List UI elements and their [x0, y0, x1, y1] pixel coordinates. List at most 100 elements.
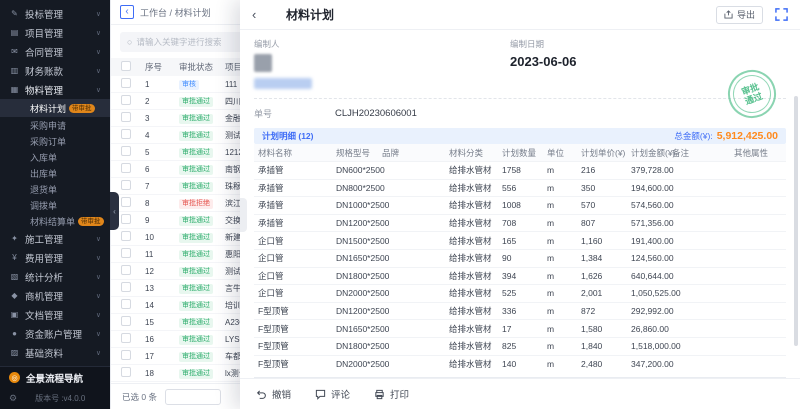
- remark-section: 备注 暂无备注: [254, 377, 786, 378]
- drawer-back-icon[interactable]: ‹: [252, 7, 266, 22]
- cell-category: 给排水管材: [449, 235, 502, 247]
- row-checkbox[interactable]: [121, 163, 131, 173]
- table-row[interactable]: 承插管 DN600*2500 给排水管材 1758 m 216 379,728.…: [254, 161, 786, 179]
- row-checkbox[interactable]: [121, 180, 131, 190]
- cell-qty: 708: [502, 218, 547, 228]
- chevron-down-icon: ∨: [96, 29, 101, 37]
- sidebar-section-item[interactable]: ▨ 基础资料 ∨: [0, 343, 110, 362]
- sidebar-submenu-item[interactable]: 采购申请: [0, 117, 110, 133]
- row-checkbox[interactable]: [121, 95, 131, 105]
- table-row[interactable]: 企口管 DN1650*2500 给排水管材 90 m 1,384 124,560…: [254, 249, 786, 267]
- sidebar-submenu-item[interactable]: 材料计划 带审批: [0, 99, 110, 117]
- table-row[interactable]: F型顶管 DN1650*2500 给排水管材 17 m 1,580 26,860…: [254, 319, 786, 337]
- sidebar-section-item[interactable]: ✎ 投标管理 ∨: [0, 4, 110, 23]
- sidebar-submenu-item[interactable]: 采购订单: [0, 133, 110, 149]
- cell-amount: 194,600.00: [631, 183, 672, 193]
- plan-detail-tab[interactable]: 计划明细 (12): [262, 130, 313, 142]
- breadcrumb-root[interactable]: 工作台: [140, 8, 167, 18]
- undo-button[interactable]: 撤销: [256, 387, 291, 401]
- cell-qty: 90: [502, 253, 547, 263]
- panorama-flow-nav[interactable]: ◎ 全景流程导航: [0, 366, 110, 388]
- back-button[interactable]: ‹: [120, 5, 134, 19]
- cell-category: 给排水管材: [449, 217, 502, 229]
- table-row[interactable]: 承插管 DN1000*2500 给排水管材 1008 m 570 574,560…: [254, 196, 786, 214]
- sidebar-section-item[interactable]: ▧ 统计分析 ∨: [0, 267, 110, 286]
- cell-unit: m: [547, 165, 581, 175]
- section-icon: ▨: [9, 348, 20, 357]
- row-no: 4: [145, 131, 179, 140]
- table-row[interactable]: F型顶管 DN2000*2500 给排水管材 140 m 2,480 347,2…: [254, 355, 786, 373]
- row-checkbox[interactable]: [121, 78, 131, 88]
- row-checkbox[interactable]: [121, 350, 131, 360]
- sidebar-section-item[interactable]: ¥ 费用管理 ∨: [0, 248, 110, 267]
- sidebar-section-item[interactable]: ✉ 合同管理 ∨: [0, 42, 110, 61]
- row-checkbox[interactable]: [121, 248, 131, 258]
- chevron-down-icon: ∨: [96, 67, 101, 75]
- section-icon: ✎: [9, 9, 20, 18]
- row-checkbox[interactable]: [121, 299, 131, 309]
- sidebar-submenu-item[interactable]: 出库单: [0, 165, 110, 181]
- table-row[interactable]: 企口管 DN1800*2500 给排水管材 394 m 1,626 640,64…: [254, 267, 786, 285]
- sidebar-submenu-label: 材料计划: [30, 102, 66, 115]
- sidebar-section-label: 施工管理: [25, 232, 63, 246]
- cell-unit: m: [547, 324, 581, 334]
- row-checkbox[interactable]: [121, 214, 131, 224]
- sidebar-section-item[interactable]: ▣ 文档管理 ∨: [0, 305, 110, 324]
- sidebar-collapse-handle[interactable]: ‹: [110, 192, 119, 230]
- cell-amount: 574,560.00: [631, 200, 672, 210]
- cell-category: 给排水管材: [449, 340, 502, 352]
- row-no: 13: [145, 284, 179, 293]
- row-checkbox[interactable]: [121, 282, 131, 292]
- table-row[interactable]: 承插管 DN800*2500 给排水管材 556 m 350 194,600.0…: [254, 179, 786, 197]
- cell-category: 给排水管材: [449, 164, 502, 176]
- cell-price: 350: [581, 183, 631, 193]
- table-row[interactable]: 企口管 DN1500*2500 给排水管材 165 m 1,160 191,40…: [254, 231, 786, 249]
- sidebar-submenu-label: 采购申请: [30, 119, 66, 132]
- row-checkbox[interactable]: [121, 265, 131, 275]
- select-all-checkbox[interactable]: [121, 61, 131, 71]
- row-no: 10: [145, 233, 179, 242]
- row-checkbox[interactable]: [121, 316, 131, 326]
- sidebar-section-item[interactable]: ✦ 施工管理 ∨: [0, 229, 110, 248]
- sidebar-section-item[interactable]: ◆ 商机管理 ∨: [0, 286, 110, 305]
- table-row[interactable]: 企口管 DN2000*2500 给排水管材 525 m 2,001 1,050,…: [254, 284, 786, 302]
- sidebar-submenu-item[interactable]: 退货单: [0, 181, 110, 197]
- sidebar-section-item[interactable]: ● 资金账户管理 ∨: [0, 324, 110, 343]
- drawer-scrollbar[interactable]: [794, 96, 798, 346]
- drawer-header: ‹ 材料计划 导出: [240, 0, 800, 30]
- sidebar-section-label: 费用管理: [25, 251, 63, 265]
- row-checkbox[interactable]: [121, 112, 131, 122]
- breadcrumb-current: 材料计划: [175, 8, 211, 18]
- gear-icon[interactable]: ⚙: [9, 393, 17, 404]
- row-checkbox[interactable]: [121, 231, 131, 241]
- row-checkbox[interactable]: [121, 146, 131, 156]
- row-checkbox[interactable]: [121, 197, 131, 207]
- sidebar-submenu-item[interactable]: 入库单: [0, 149, 110, 165]
- table-row[interactable]: 承插管 DN1200*2500 给排水管材 708 m 807 571,356.…: [254, 214, 786, 232]
- creator-name-redacted: [254, 78, 312, 89]
- row-checkbox[interactable]: [121, 129, 131, 139]
- row-checkbox[interactable]: [121, 333, 131, 343]
- row-checkbox[interactable]: [121, 367, 131, 377]
- page-size-select[interactable]: [165, 389, 221, 405]
- table-row[interactable]: F型顶管 DN1200*2500 给排水管材 336 m 872 292,992…: [254, 302, 786, 320]
- export-button[interactable]: 导出: [716, 6, 763, 24]
- print-button[interactable]: 打印: [374, 387, 409, 401]
- comment-button[interactable]: 评论: [315, 387, 350, 401]
- sidebar-section-item[interactable]: ▤ 项目管理 ∨: [0, 23, 110, 42]
- sidebar-section-material[interactable]: ▦ 物料管理 ∨: [0, 80, 110, 99]
- sidebar-submenu-item[interactable]: 材料结算单 带审批: [0, 213, 110, 229]
- cell-name: 企口管: [258, 252, 336, 264]
- row-no: 12: [145, 267, 179, 276]
- chevron-down-icon: ∨: [96, 48, 101, 56]
- fullscreen-icon[interactable]: [775, 8, 788, 21]
- table-row[interactable]: F型顶管 DN1800*2500 给排水管材 825 m 1,840 1,518…: [254, 337, 786, 355]
- drawer-collapse-handle[interactable]: [240, 198, 247, 232]
- sidebar-submenu-label: 采购订单: [30, 135, 66, 148]
- material-plan-detail-drawer: ‹ 材料计划 导出 编制人 编制日期: [240, 0, 800, 409]
- sidebar-submenu-item[interactable]: 调拨单: [0, 197, 110, 213]
- cell-spec: DN1200*2500: [336, 306, 382, 316]
- status-badge: 审核: [179, 80, 199, 90]
- section-icon: ▣: [9, 310, 20, 319]
- sidebar-section-item[interactable]: ▥ 财务账款 ∨: [0, 61, 110, 80]
